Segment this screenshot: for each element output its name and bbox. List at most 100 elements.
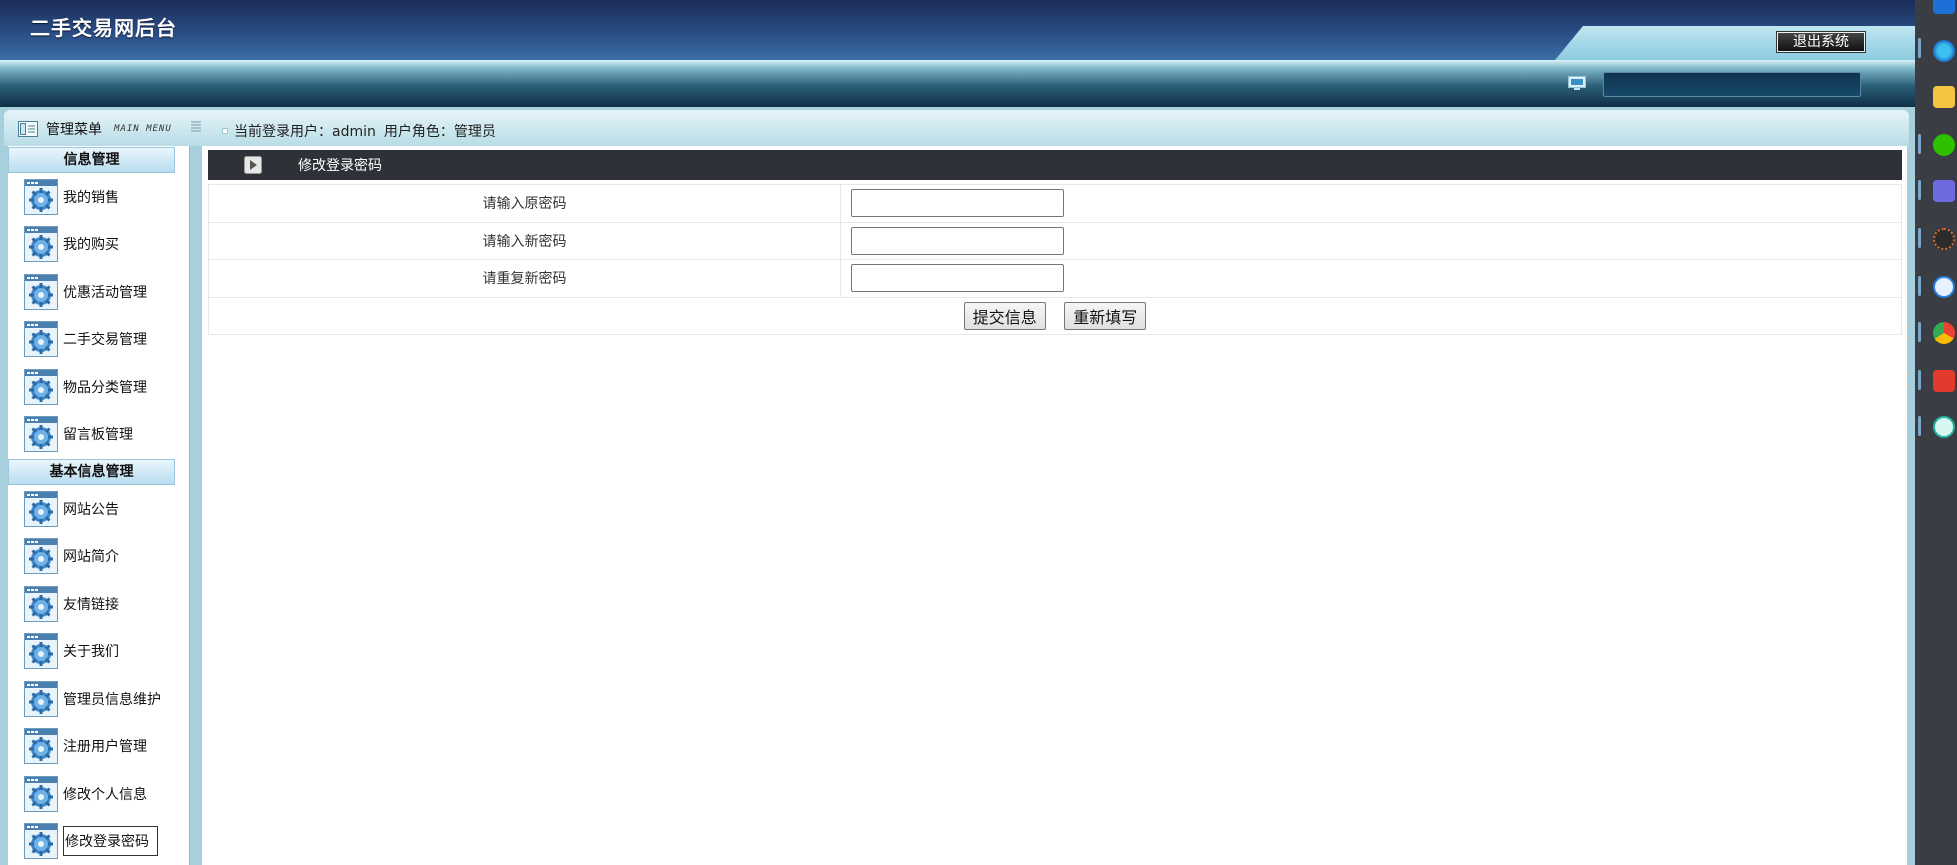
cloud-icon[interactable] (1933, 276, 1955, 298)
sidebar-item[interactable]: 优惠活动管理 (8, 268, 189, 316)
sidebar-item[interactable]: 注册用户管理 (8, 723, 189, 771)
repeat-password-input[interactable] (851, 264, 1064, 293)
sidebar-section-info[interactable]: 信息管理 (8, 147, 175, 173)
sidebar-item-label: 二手交易管理 (63, 332, 147, 349)
current-user: 当前登录用户：admin (234, 124, 376, 140)
sidebar-item[interactable]: 关于我们 (8, 628, 189, 676)
top-header: 二手交易网后台 退出系统 (0, 0, 1915, 60)
sidebar-item-label: 关于我们 (63, 644, 119, 661)
menu-title-text: 管理菜单 (46, 122, 102, 138)
sidebar-section-basic[interactable]: 基本信息管理 (8, 459, 175, 485)
old-password-label: 请输入原密码 (208, 184, 841, 223)
sidebar-item-label: 物品分类管理 (63, 379, 147, 396)
monitor-icon (1568, 76, 1586, 90)
gear-icon (24, 823, 58, 860)
sidebar-item[interactable]: 我的销售 (8, 173, 189, 221)
old-password-input[interactable] (851, 189, 1064, 218)
new-password-input[interactable] (851, 226, 1064, 255)
chat-icon[interactable] (1933, 416, 1955, 438)
sidebar-item-label: 网站公告 (63, 501, 119, 518)
wps-icon[interactable] (1933, 370, 1955, 392)
user-info: 当前登录用户：admin 用户角色：管理员 (222, 121, 504, 141)
wechat-icon[interactable] (1933, 134, 1955, 156)
taskbar-indicator (1918, 416, 1921, 436)
form-row: 请输入原密码 (208, 184, 1902, 223)
main-area: 管理菜单 MAIN MENU 当前登录用户：admin 用户角色：管理员 信息管… (4, 110, 1909, 865)
sidebar-item-label: 管理员信息维护 (63, 691, 161, 708)
taskbar-indicator (1918, 134, 1921, 154)
sidebar-item-label: 修改登录密码 (63, 826, 158, 857)
taskbar-indicator (1918, 180, 1921, 200)
edge-icon[interactable] (1933, 40, 1955, 62)
gear-icon (24, 538, 58, 575)
music-icon[interactable] (1933, 228, 1955, 250)
sidebar-item-label: 网站简介 (63, 549, 119, 566)
new-password-label: 请输入新密码 (208, 221, 841, 260)
sidebar-item[interactable]: 管理员信息维护 (8, 675, 189, 723)
os-taskbar (1915, 0, 1957, 865)
sidebar-item[interactable]: 网站公告 (8, 485, 189, 533)
sidebar-item-label: 我的销售 (63, 189, 119, 206)
gear-icon (24, 178, 58, 215)
play-icon (244, 156, 262, 174)
reset-button[interactable]: 重新填写 (1064, 301, 1147, 330)
taskbar-indicator (1918, 228, 1921, 248)
gear-icon (24, 490, 58, 527)
sidebar-item[interactable]: 我的购买 (8, 221, 189, 269)
gear-icon (24, 680, 58, 717)
sidebar-item[interactable]: 留言板管理 (8, 411, 189, 459)
gear-icon (24, 226, 58, 263)
form-row: 请重复新密码 (208, 259, 1902, 298)
taskbar-indicator (1918, 38, 1921, 58)
app-p-icon[interactable] (1933, 0, 1955, 14)
sidebar-item[interactable]: 友情链接 (8, 580, 189, 628)
status-box (1603, 72, 1861, 97)
repeat-password-label: 请重复新密码 (208, 259, 841, 298)
sidebar-item[interactable]: 修改登录密码 (8, 818, 189, 865)
gear-icon (24, 368, 58, 405)
menu-subtitle: MAIN MENU (114, 124, 172, 134)
menu-title: 管理菜单 MAIN MENU (18, 119, 172, 139)
sidebar-item[interactable]: 修改个人信息 (8, 770, 189, 818)
gear-icon (24, 775, 58, 812)
taskbar-indicator (1918, 370, 1921, 390)
gear-icon (24, 273, 58, 310)
sidebar: 信息管理 我的销售我的购买优惠活动管理 二手交易管理 物品分类管理 留言板管理 基本信… (8, 146, 190, 865)
app-title: 二手交易网后台 (30, 16, 177, 40)
user-role: 用户角色：管理员 (383, 124, 496, 140)
password-form: 请输入原密码 请输入新密码 请重复新密码 提交信息 重新填写 (208, 184, 1902, 335)
sidebar-item-label: 优惠活动管理 (63, 284, 147, 301)
submit-button[interactable]: 提交信息 (963, 301, 1046, 330)
menu-icon (18, 121, 38, 137)
sidebar-items-info: 我的销售我的购买优惠活动管理 二手交易管理 物品分类管理 留言板管理 (8, 173, 189, 458)
sidebar-items-basic: 网站公告网站简介友情链接关于我们管理员信息维护 注册用户管理 修改个人信息修改登录密… (8, 485, 189, 865)
sidebar-item[interactable]: 物品分类管理 (8, 363, 189, 411)
folder-icon[interactable] (1933, 86, 1955, 108)
gear-icon (24, 585, 58, 622)
sub-header (0, 60, 1915, 107)
sidebar-item-label: 注册用户管理 (63, 739, 147, 756)
panel-title: 修改登录密码 (298, 158, 382, 174)
panel-header: 修改登录密码 (208, 150, 1902, 180)
main-header: 管理菜单 MAIN MENU 当前登录用户：admin 用户角色：管理员 (4, 110, 1909, 146)
form-actions-row: 提交信息 重新填写 (208, 296, 1902, 335)
ide-icon[interactable] (1933, 180, 1955, 202)
gear-icon (24, 728, 58, 765)
sidebar-item-label: 我的购买 (63, 237, 119, 254)
sidebar-item-label: 留言板管理 (63, 427, 133, 444)
gear-icon (24, 321, 58, 358)
bullet-icon (222, 128, 228, 134)
taskbar-indicator (1918, 276, 1921, 296)
sidebar-item-label: 友情链接 (63, 596, 119, 613)
gear-icon (24, 633, 58, 670)
gear-icon (24, 416, 58, 453)
sidebar-item[interactable]: 网站简介 (8, 533, 189, 581)
content-area: 修改登录密码 请输入原密码 请输入新密码 请重复新密码 提交信息 重新填写 (202, 146, 1907, 865)
chrome-icon[interactable] (1933, 322, 1955, 344)
form-row: 请输入新密码 (208, 221, 1902, 260)
logout-button[interactable]: 退出系统 (1776, 31, 1866, 53)
sidebar-item[interactable]: 二手交易管理 (8, 316, 189, 364)
taskbar-indicator (1918, 322, 1921, 342)
sidebar-item-label: 修改个人信息 (63, 786, 147, 803)
drag-handle-icon[interactable] (190, 120, 202, 134)
